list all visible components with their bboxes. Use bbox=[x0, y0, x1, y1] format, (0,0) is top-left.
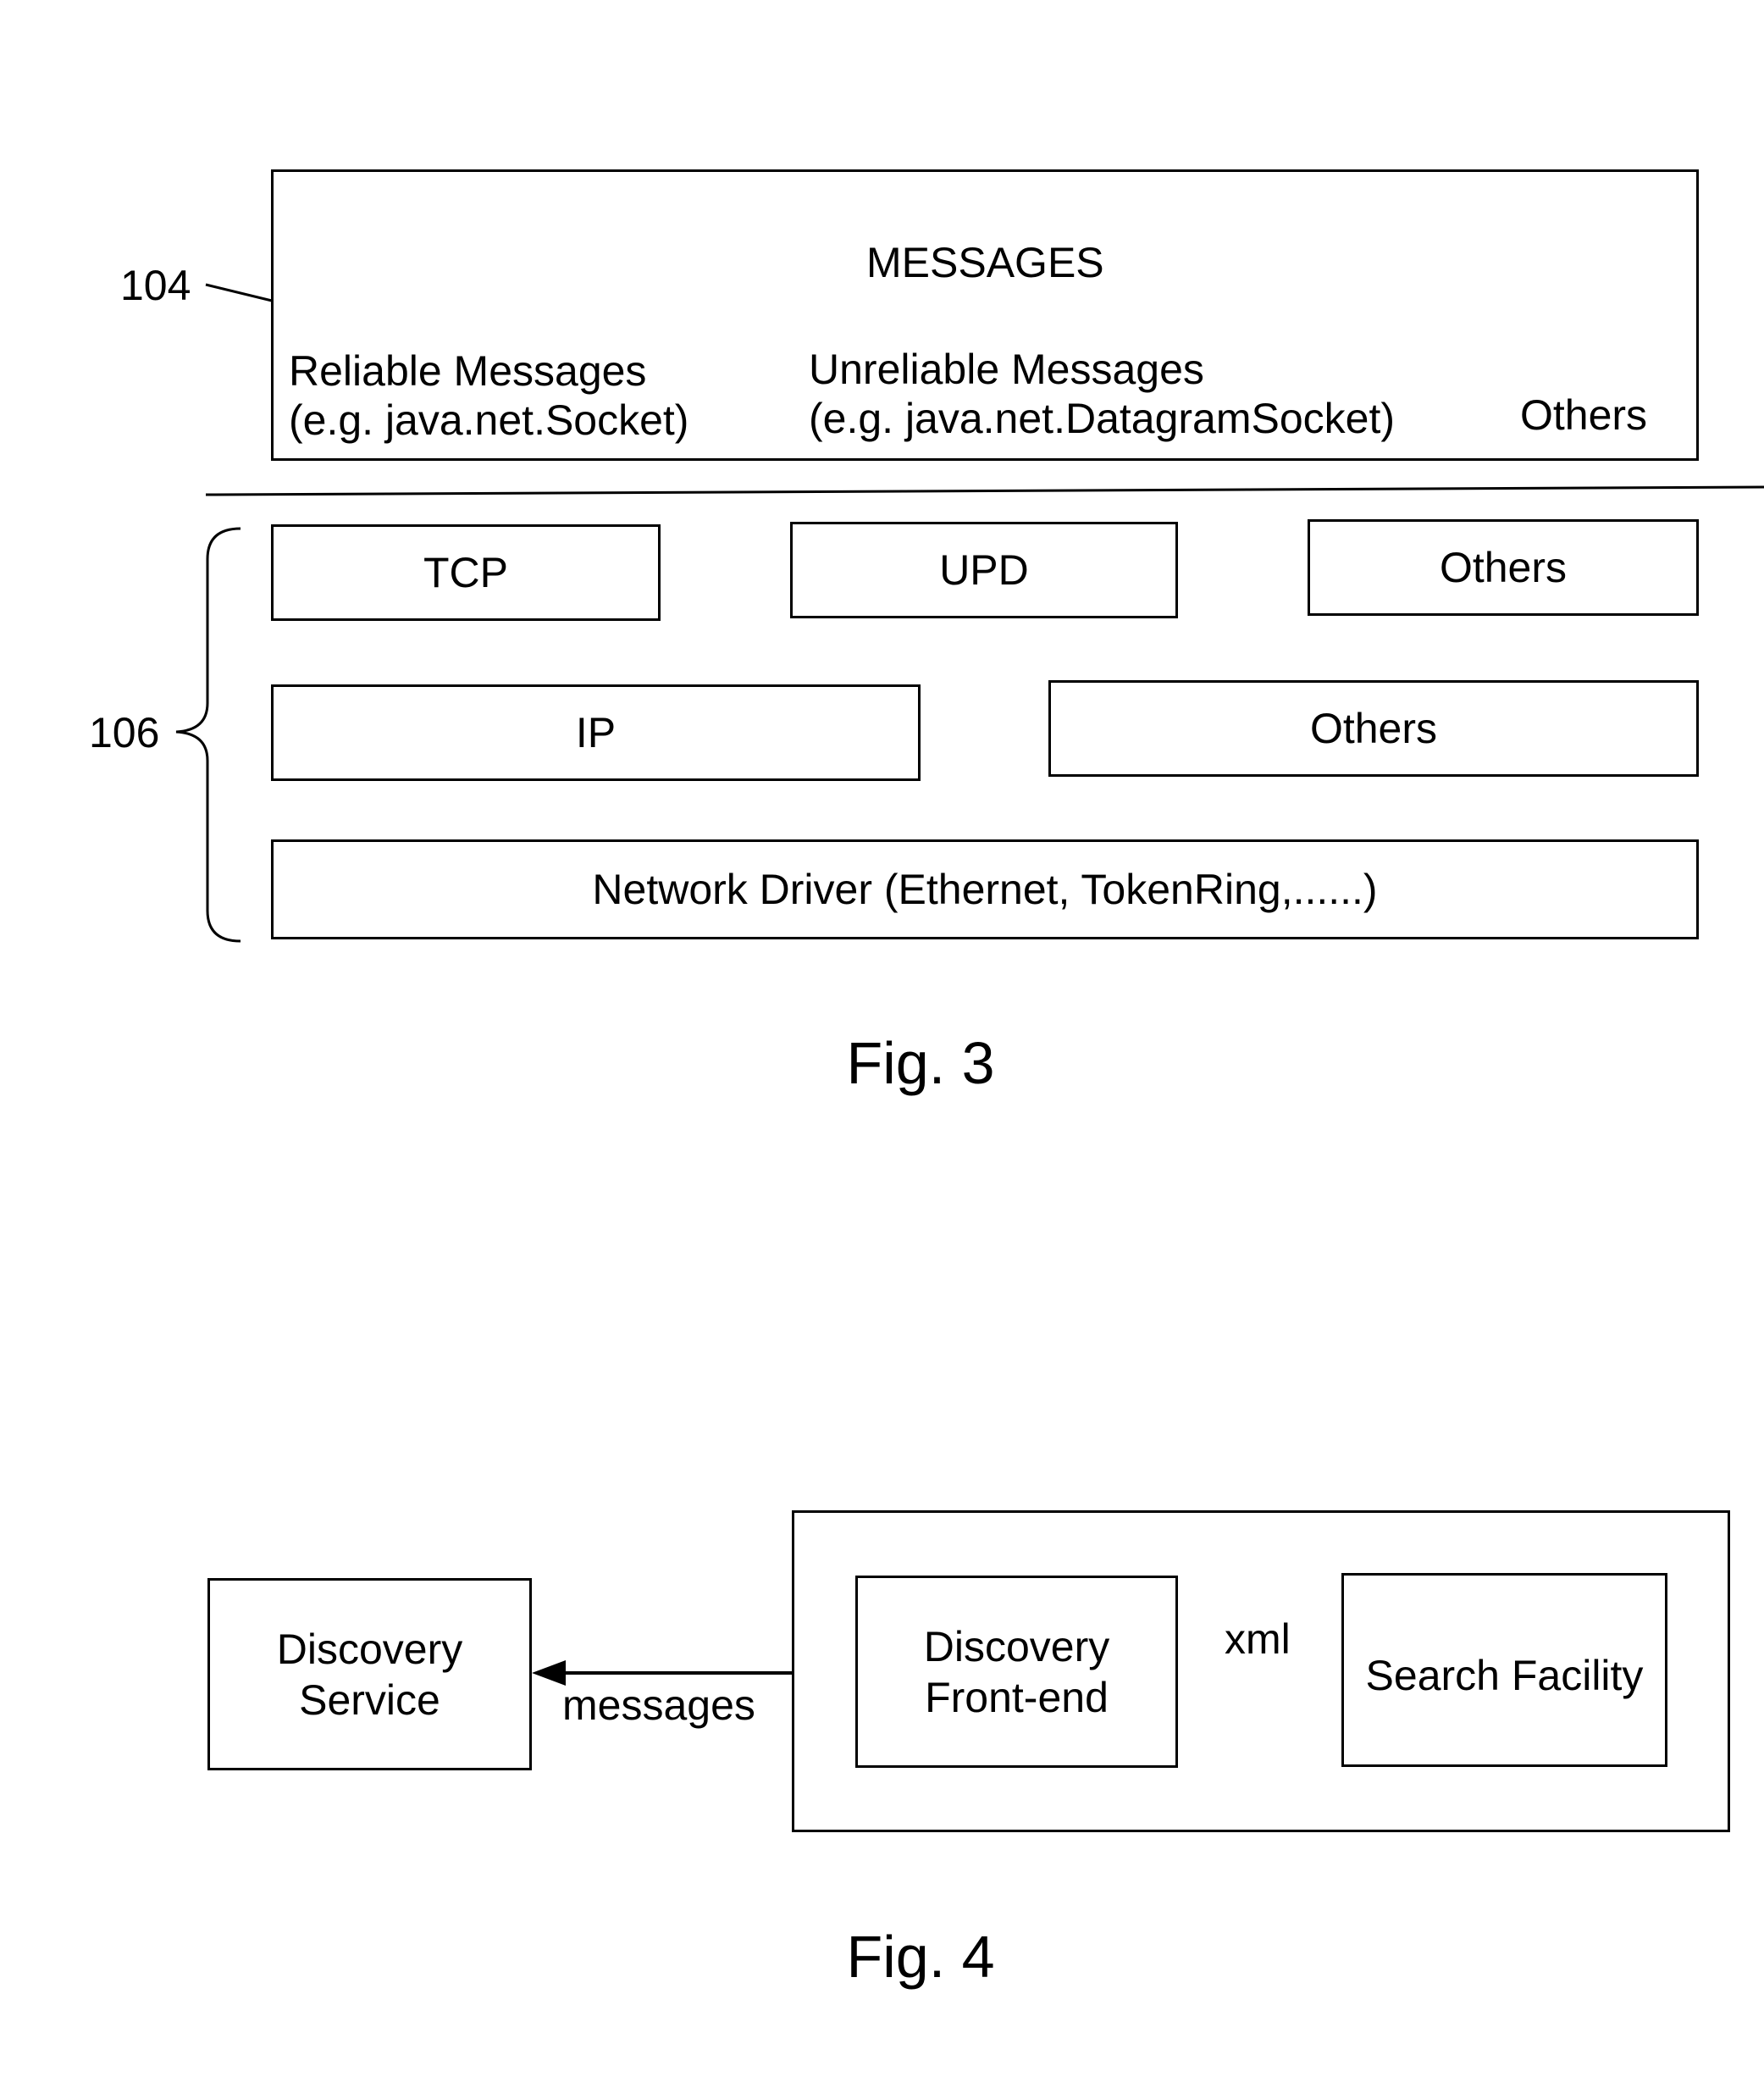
network-others-label: Others bbox=[1309, 705, 1438, 752]
discovery-frontend-line2: Front-end bbox=[925, 1673, 1109, 1721]
discovery-service-box: Discovery Service bbox=[207, 1578, 532, 1770]
xml-label: xml bbox=[1225, 1615, 1291, 1663]
search-facility-label: Search Facility bbox=[1365, 1652, 1644, 1699]
brace-106 bbox=[175, 527, 241, 943]
messages-label: messages bbox=[562, 1681, 755, 1729]
discovery-frontend-box: Discovery Front-end bbox=[855, 1576, 1178, 1768]
tcp-label: TCP bbox=[423, 549, 508, 596]
ref-104-label: 104 bbox=[120, 262, 191, 309]
messages-others-label: Others bbox=[1520, 391, 1648, 439]
tcp-box: TCP bbox=[271, 524, 661, 621]
reliable-messages-label: Reliable Messages bbox=[289, 347, 647, 395]
messages-layer-box: MESSAGES Reliable Messages (e.g. java.ne… bbox=[271, 169, 1699, 461]
search-facility-box: Search Facility bbox=[1341, 1573, 1667, 1767]
ip-label: IP bbox=[575, 709, 617, 756]
upd-box: UPD bbox=[790, 522, 1178, 618]
network-others-box: Others bbox=[1048, 680, 1699, 777]
fig3-caption: Fig. 3 bbox=[846, 1030, 995, 1096]
upd-label: UPD bbox=[939, 546, 1029, 594]
discovery-service-line1: Discovery bbox=[276, 1625, 463, 1673]
transport-others-box: Others bbox=[1308, 519, 1699, 616]
unreliable-messages-label: Unreliable Messages bbox=[809, 346, 1204, 393]
discovery-frontend-line1: Discovery bbox=[923, 1622, 1110, 1670]
reliable-messages-example: (e.g. java.net.Socket) bbox=[289, 396, 689, 444]
discovery-service-line2: Service bbox=[299, 1675, 440, 1724]
messages-title: MESSAGES bbox=[866, 239, 1104, 286]
network-driver-label: Network Driver (Ethernet, TokenRing,....… bbox=[592, 866, 1378, 913]
ref-104-leader bbox=[205, 283, 273, 302]
layer-separator bbox=[205, 485, 1764, 496]
transport-others-label: Others bbox=[1439, 544, 1568, 591]
ip-box: IP bbox=[271, 684, 921, 781]
network-driver-box: Network Driver (Ethernet, TokenRing,....… bbox=[271, 839, 1699, 939]
unreliable-messages-example: (e.g. java.net.DatagramSocket) bbox=[809, 395, 1395, 442]
ref-106-label: 106 bbox=[89, 709, 160, 756]
fig4-caption: Fig. 4 bbox=[846, 1924, 995, 1990]
